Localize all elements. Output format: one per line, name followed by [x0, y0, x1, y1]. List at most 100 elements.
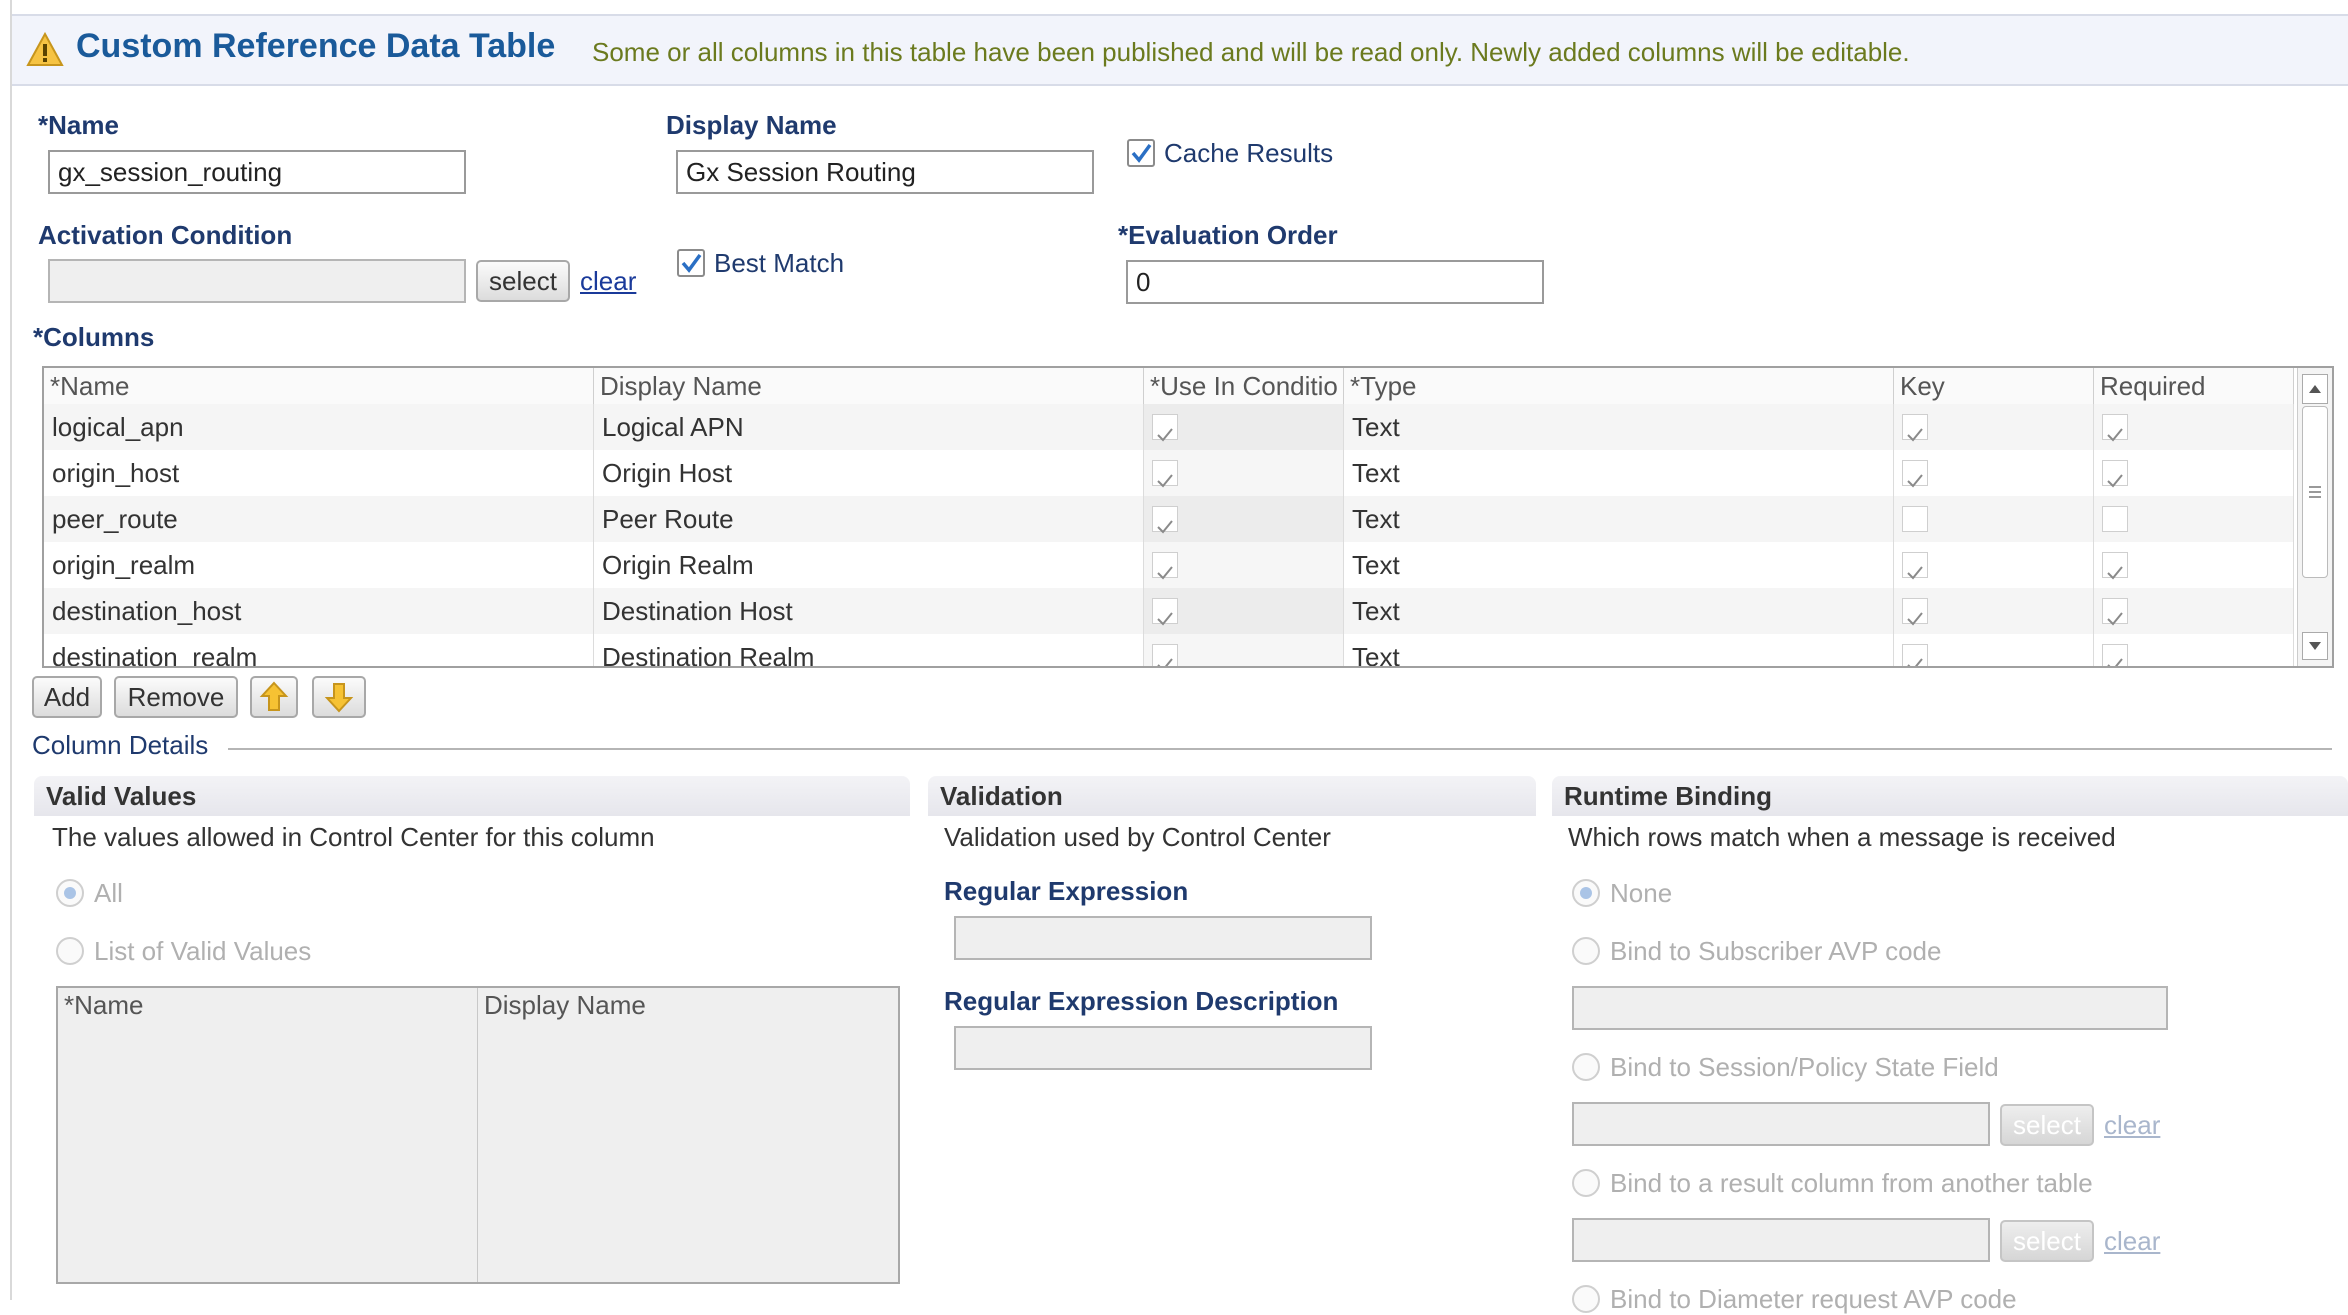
add-column-button[interactable]: Add	[32, 676, 102, 718]
radio-none[interactable]	[1572, 879, 1600, 907]
name-input[interactable]: gx_session_routing	[48, 150, 466, 194]
scroll-down-icon[interactable]	[2302, 632, 2328, 660]
cell-required-checkbox[interactable]	[2102, 644, 2128, 666]
remove-column-button[interactable]: Remove	[114, 676, 238, 718]
scroll-up-icon[interactable]	[2302, 374, 2328, 404]
cell-use-in-conditions	[1144, 450, 1344, 496]
cell-type[interactable]: Text	[1344, 404, 1894, 450]
cell-key-checkbox[interactable]	[1902, 598, 1928, 626]
checkmark-icon	[1157, 658, 1173, 666]
cell-key-checkbox[interactable]	[1902, 644, 1928, 666]
cell-display-name[interactable]: Logical APN	[594, 404, 1144, 450]
table-row[interactable]: peer_route Peer Route Text	[44, 496, 2294, 542]
radio-none-label: None	[1610, 878, 1673, 908]
radio-bind-subscriber-avp[interactable]	[1572, 937, 1600, 965]
cell-use-in-conditions	[1144, 634, 1344, 666]
cell-name[interactable]: peer_route	[44, 496, 594, 542]
arrow-down-icon	[324, 683, 354, 713]
cell-type[interactable]: Text	[1344, 496, 1894, 542]
session-field-select-button[interactable]: select	[2000, 1104, 2094, 1146]
cell-key-checkbox[interactable]	[1902, 460, 1928, 488]
cell-required-checkbox[interactable]	[2102, 552, 2128, 580]
cell-use-in-conditions-checkbox[interactable]	[1152, 598, 1178, 626]
cell-key	[1894, 496, 2094, 542]
regex-input[interactable]	[954, 916, 1372, 960]
column-header-key[interactable]: Key	[1894, 368, 2094, 404]
result-column-input[interactable]	[1572, 1218, 1990, 1262]
checkmark-icon	[2107, 658, 2123, 666]
column-header-name[interactable]: *Name	[44, 368, 594, 404]
cell-key-checkbox[interactable]	[1902, 414, 1928, 442]
subscriber-avp-input[interactable]	[1572, 986, 2168, 1030]
checkmark-icon	[1157, 428, 1173, 442]
regex-description-input[interactable]	[954, 1026, 1372, 1070]
cell-type[interactable]: Text	[1344, 450, 1894, 496]
column-header-required[interactable]: Required	[2094, 368, 2294, 404]
activation-select-button[interactable]: select	[476, 260, 570, 302]
session-field-input[interactable]	[1572, 1102, 1990, 1146]
table-row[interactable]: origin_host Origin Host Text	[44, 450, 2294, 496]
cell-name[interactable]: destination_host	[44, 588, 594, 634]
move-down-button[interactable]	[312, 676, 366, 718]
cell-display-name[interactable]: Peer Route	[594, 496, 1144, 542]
cell-use-in-conditions-checkbox[interactable]	[1152, 644, 1178, 666]
session-field-clear-link[interactable]: clear	[2104, 1110, 2160, 1141]
radio-list-of-valid-values[interactable]	[56, 937, 84, 965]
cell-required-checkbox[interactable]	[2102, 598, 2128, 626]
column-header-display-name[interactable]: Display Name	[594, 368, 1144, 404]
result-column-select-button[interactable]: select	[2000, 1220, 2094, 1262]
activation-condition-input[interactable]	[48, 259, 466, 303]
activation-clear-link[interactable]: clear	[580, 266, 636, 297]
table-row[interactable]: origin_realm Origin Realm Text	[44, 542, 2294, 588]
table-row[interactable]: destination_host Destination Host Text	[44, 588, 2294, 634]
radio-all[interactable]	[56, 879, 84, 907]
cache-results-label: Cache Results	[1164, 138, 1334, 168]
cell-use-in-conditions-checkbox[interactable]	[1152, 506, 1178, 534]
cell-key-checkbox[interactable]	[1902, 552, 1928, 580]
cell-key-checkbox[interactable]	[1902, 506, 1928, 532]
column-header-use-in-conditions[interactable]: *Use In Conditio	[1144, 368, 1344, 404]
cell-type[interactable]: Text	[1344, 634, 1894, 666]
radio-bind-diameter-avp[interactable]	[1572, 1285, 1600, 1313]
table-row[interactable]: logical_apn Logical APN Text	[44, 404, 2294, 450]
evaluation-order-input[interactable]: 0	[1126, 260, 1544, 304]
cell-name[interactable]: origin_host	[44, 450, 594, 496]
display-name-input[interactable]: Gx Session Routing	[676, 150, 1094, 194]
scroll-thumb[interactable]	[2302, 406, 2328, 578]
valid-values-description: The values allowed in Control Center for…	[52, 822, 655, 852]
radio-bind-session-field[interactable]	[1572, 1053, 1600, 1081]
cell-display-name[interactable]: Destination Host	[594, 588, 1144, 634]
result-column-clear-link[interactable]: clear	[2104, 1226, 2160, 1257]
cell-use-in-conditions-checkbox[interactable]	[1152, 552, 1178, 580]
cell-name[interactable]: destination_realm	[44, 634, 594, 666]
cell-required-checkbox[interactable]	[2102, 414, 2128, 442]
cell-required	[2094, 542, 2294, 588]
radio-bind-session-field-label: Bind to Session/Policy State Field	[1610, 1052, 1999, 1082]
table-row[interactable]: destination_realm Destination Realm Text	[44, 634, 2294, 666]
grid-scrollbar[interactable]	[2297, 368, 2332, 666]
cell-use-in-conditions-checkbox[interactable]	[1152, 414, 1178, 442]
regex-label: Regular Expression	[944, 876, 1189, 906]
cell-display-name[interactable]: Origin Host	[594, 450, 1144, 496]
validation-header: Validation	[928, 776, 1536, 816]
radio-all-label: All	[94, 878, 123, 908]
cell-type[interactable]: Text	[1344, 588, 1894, 634]
radio-list-label: List of Valid Values	[94, 936, 312, 966]
radio-bind-result-column[interactable]	[1572, 1169, 1600, 1197]
cell-use-in-conditions-checkbox[interactable]	[1152, 460, 1178, 488]
cell-display-name[interactable]: Origin Realm	[594, 542, 1144, 588]
cache-results-checkbox[interactable]	[1127, 139, 1155, 167]
cell-name[interactable]: logical_apn	[44, 404, 594, 450]
best-match-checkbox[interactable]	[677, 249, 705, 277]
cell-key	[1894, 634, 2094, 666]
cell-use-in-conditions	[1144, 404, 1344, 450]
cell-type[interactable]: Text	[1344, 542, 1894, 588]
cell-required-checkbox[interactable]	[2102, 460, 2128, 488]
move-up-button[interactable]	[250, 676, 298, 718]
checkmark-icon	[1157, 612, 1173, 626]
cell-required-checkbox[interactable]	[2102, 506, 2128, 532]
checkmark-icon	[1157, 566, 1173, 580]
cell-display-name[interactable]: Destination Realm	[594, 634, 1144, 666]
cell-name[interactable]: origin_realm	[44, 542, 594, 588]
column-header-type[interactable]: *Type	[1344, 368, 1894, 404]
